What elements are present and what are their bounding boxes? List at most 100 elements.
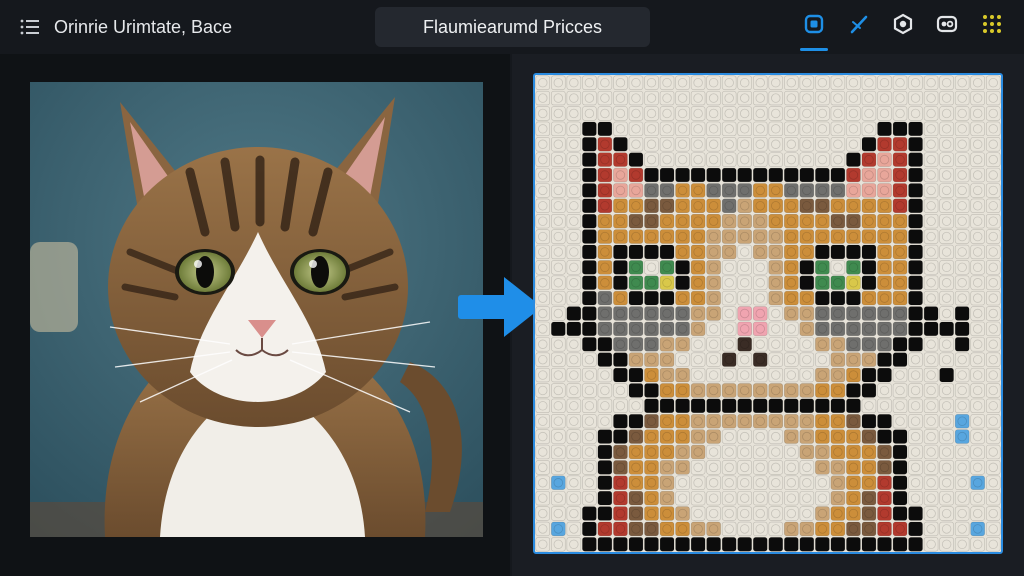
mosaic-tile <box>768 229 784 244</box>
mosaic-tile <box>613 152 628 167</box>
mosaic-tile <box>706 506 721 521</box>
mosaic-tile <box>923 213 939 229</box>
mosaic-tile <box>721 167 737 183</box>
mosaic-tile <box>892 167 908 183</box>
mosaic-tile <box>768 90 784 106</box>
image-tool-button[interactable] <box>800 13 828 51</box>
mosaic-tile <box>970 490 985 506</box>
mosaic-tile <box>628 106 644 121</box>
cat-photo[interactable] <box>30 82 483 537</box>
mosaic-tile <box>923 429 939 444</box>
mosaic-tile <box>706 183 721 198</box>
mosaic-tile <box>613 537 628 552</box>
mosaic-tile <box>752 475 768 490</box>
mosaic-tile <box>784 260 799 275</box>
arrow-right-icon <box>458 277 542 337</box>
mosaic-tile <box>737 306 752 321</box>
mosaic-tile <box>877 352 892 367</box>
mosaic-tile <box>799 213 815 229</box>
mosaic-tile <box>923 198 939 213</box>
mosaic-tile <box>597 244 613 260</box>
mosaic-tile <box>939 152 954 167</box>
mosaic-tile <box>737 152 752 167</box>
mosaic-tile <box>706 213 721 229</box>
mosaic-tile <box>799 475 815 490</box>
mosaic-tile <box>815 198 830 213</box>
mosaic-tile <box>768 490 784 506</box>
mosaic-tile <box>551 398 566 414</box>
mosaic-tile <box>535 429 551 444</box>
mosaic-tile <box>659 260 675 275</box>
mosaic-tile <box>908 429 923 444</box>
mosaic-tile <box>628 383 644 398</box>
mosaic-tile <box>675 460 690 475</box>
mosaic-tile <box>939 475 954 490</box>
mosaic-tile <box>721 414 737 429</box>
mosaic-tile <box>923 490 939 506</box>
mosaic-tile <box>784 75 799 90</box>
mosaic-tile <box>830 90 846 106</box>
dots-grid-icon <box>981 13 1003 40</box>
mosaic-tile <box>846 352 861 367</box>
mosaic-tile <box>923 321 939 337</box>
mosaic-preview[interactable] <box>533 73 1003 554</box>
mosaic-tile <box>892 152 908 167</box>
swap-tool-button[interactable] <box>934 13 960 39</box>
mosaic-tile <box>659 490 675 506</box>
grid-tool-button[interactable] <box>979 13 1005 39</box>
settings-tool-button[interactable] <box>890 13 916 39</box>
mosaic-tile <box>846 183 861 198</box>
mosaic-tile <box>908 198 923 213</box>
mosaic-tile <box>970 75 985 90</box>
mosaic-tile <box>830 352 846 367</box>
pencil-tool-button[interactable] <box>846 13 872 39</box>
mosaic-tile <box>659 398 675 414</box>
mosaic-tile <box>613 352 628 367</box>
mosaic-tile <box>690 75 706 90</box>
mosaic-tile <box>644 383 659 398</box>
mosaic-tile <box>659 198 675 213</box>
mosaic-tile <box>908 367 923 383</box>
mosaic-tile <box>721 337 737 352</box>
mosaic-tile <box>877 506 892 521</box>
mosaic-tile <box>846 506 861 521</box>
mosaic-tile <box>815 398 830 414</box>
mosaic-tile <box>582 337 597 352</box>
mosaic-tile <box>985 506 1001 521</box>
mosaic-tile <box>721 137 737 152</box>
mosaic-tile <box>846 490 861 506</box>
mosaic-tile <box>675 352 690 367</box>
mosaic-tile <box>597 444 613 460</box>
mosaic-tile <box>597 460 613 475</box>
mosaic-tile <box>784 275 799 290</box>
mosaic-tile <box>551 290 566 306</box>
mosaic-tile <box>939 521 954 537</box>
mosaic-tile <box>908 306 923 321</box>
mosaic-tile <box>939 506 954 521</box>
list-icon[interactable] <box>20 18 40 36</box>
mosaic-tile <box>985 275 1001 290</box>
mosaic-tile <box>908 414 923 429</box>
mosaic-tile <box>721 490 737 506</box>
mosaic-tile <box>768 183 784 198</box>
mosaic-tile <box>892 460 908 475</box>
mosaic-tile <box>985 521 1001 537</box>
mosaic-tile <box>784 460 799 475</box>
mosaic-tile <box>861 75 877 90</box>
mosaic-tile <box>535 244 551 260</box>
mosaic-tile <box>535 444 551 460</box>
mosaic-tile <box>566 167 582 183</box>
mosaic-tile <box>861 506 877 521</box>
mosaic-tile <box>675 275 690 290</box>
mosaic-tile <box>752 337 768 352</box>
mosaic-tile <box>908 490 923 506</box>
mosaic-tile <box>923 167 939 183</box>
mosaic-tile <box>846 321 861 337</box>
mosaic-tile <box>644 521 659 537</box>
mosaic-tile <box>566 75 582 90</box>
document-title[interactable]: Flaumiearumd Pricces <box>375 7 650 47</box>
top-bar: Orinrie Urimtate, Bace Flaumiearumd Pric… <box>0 0 1024 54</box>
mosaic-tile <box>551 167 566 183</box>
mosaic-tile <box>985 167 1001 183</box>
mosaic-tile <box>675 444 690 460</box>
